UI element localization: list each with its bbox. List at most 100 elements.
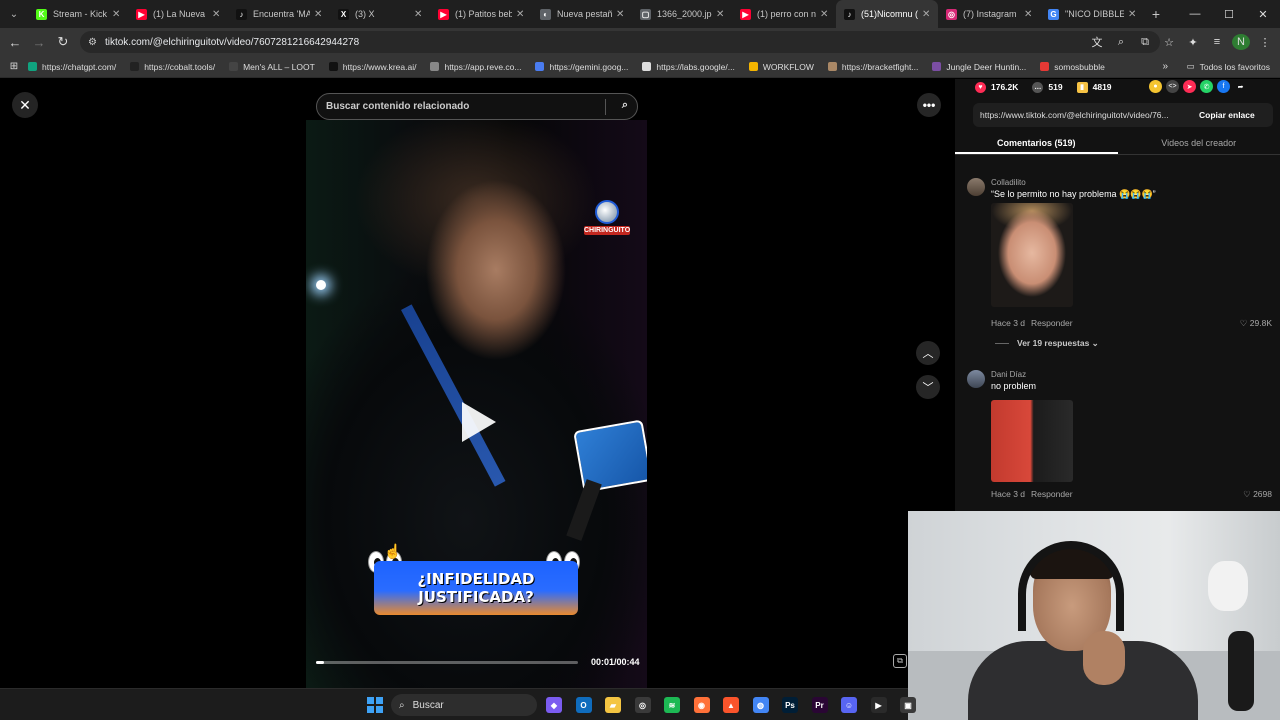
- tab-creator-videos[interactable]: Videos del creador: [1118, 131, 1280, 154]
- minimize-icon[interactable]: —: [1178, 0, 1212, 28]
- picture-in-picture-icon[interactable]: ⧉: [893, 654, 907, 668]
- facebook-icon[interactable]: f: [1217, 80, 1230, 93]
- taskbar-spotify-icon[interactable]: ≋: [664, 697, 680, 713]
- taskbar-pr-icon[interactable]: Pr: [811, 697, 828, 713]
- view-replies-button[interactable]: Ver 19 respuestas ⌄: [995, 338, 1099, 349]
- tab-comments[interactable]: Comentarios (519): [955, 131, 1118, 154]
- close-tab-icon[interactable]: ✕: [1024, 9, 1034, 20]
- reply-button[interactable]: Responder: [1031, 489, 1073, 499]
- comment-likes[interactable]: ♡ 29.8K: [1240, 318, 1272, 329]
- taskbar-folder-icon[interactable]: ▰: [605, 697, 621, 713]
- share-arrow-icon[interactable]: ➦: [1234, 80, 1247, 93]
- like-stat[interactable]: ♥ 176.2K: [975, 81, 1018, 93]
- bookmark-item[interactable]: https://cobalt.tools/: [130, 62, 215, 72]
- windows-start-icon[interactable]: [367, 697, 383, 713]
- bookmark-item[interactable]: https://bracketfight...: [827, 62, 918, 72]
- all-bookmarks-folder[interactable]: ▭ Todos los favoritos: [1187, 61, 1270, 72]
- bookmark-star-icon[interactable]: ☆: [1160, 36, 1178, 49]
- browser-tab[interactable]: ◐ Nueva pestaña ✕: [532, 0, 632, 28]
- maximize-icon[interactable]: ☐: [1212, 0, 1246, 28]
- zoom-icon[interactable]: ⌕: [1112, 36, 1130, 49]
- send-icon[interactable]: ➤: [1183, 80, 1196, 93]
- close-tab-icon[interactable]: ✕: [516, 9, 526, 20]
- browser-tab[interactable]: ◎ (7) Instagram ✕: [938, 0, 1040, 28]
- taskbar-chrome-icon[interactable]: ◍: [752, 697, 769, 713]
- copy-link-button[interactable]: Copiar enlace: [1185, 110, 1255, 120]
- comment-username[interactable]: Colladilito: [991, 178, 1026, 187]
- play-icon[interactable]: [462, 402, 496, 442]
- whatsapp-icon[interactable]: ✆: [1200, 80, 1213, 93]
- avatar[interactable]: [967, 370, 985, 388]
- more-bookmarks-icon[interactable]: »: [1162, 61, 1168, 72]
- taskbar-discord-icon[interactable]: ☺: [841, 697, 857, 713]
- close-window-icon[interactable]: ✕: [1246, 0, 1280, 28]
- taskbar-play-icon[interactable]: ▶: [870, 697, 887, 713]
- taskbar-app-icon[interactable]: ▣: [900, 697, 916, 713]
- taskbar-outlook-icon[interactable]: O: [575, 697, 592, 713]
- share-link-url[interactable]: https://www.tiktok.com/@elchiringuitotv/…: [973, 110, 1185, 120]
- browser-tab[interactable]: ▶ (1) La Nueva E ✕: [128, 0, 228, 28]
- taskbar-ps-icon[interactable]: Ps: [782, 697, 798, 713]
- close-tab-icon[interactable]: ✕: [716, 9, 726, 20]
- close-tab-icon[interactable]: ✕: [314, 9, 324, 20]
- search-icon[interactable]: ⌕: [622, 99, 628, 112]
- bookmark-item[interactable]: https://app.reve.co...: [430, 62, 521, 72]
- translate-icon[interactable]: 文: [1088, 34, 1106, 50]
- close-tab-icon[interactable]: ✕: [922, 9, 932, 20]
- browser-tab[interactable]: ♪ (51)Nicomnu (✕: [836, 0, 938, 28]
- bookmark-item[interactable]: Jungle Deer Huntin...: [932, 62, 1026, 72]
- bookmark-item[interactable]: Men's ALL – LOOT: [229, 62, 315, 72]
- chrome-menu-icon[interactable]: ⋮: [1256, 36, 1274, 49]
- address-bar[interactable]: ⚙ tiktok.com/@elchiringuitotv/video/7607…: [80, 31, 1160, 53]
- taskbar-brave-icon[interactable]: ▲: [723, 697, 739, 713]
- taskbar-search[interactable]: ⌕ Buscar: [391, 694, 537, 716]
- close-tab-icon[interactable]: ✕: [1128, 9, 1138, 20]
- browser-tab[interactable]: G "NICO DIBBLE ✕: [1040, 0, 1144, 28]
- tab-search-menu-icon[interactable]: ⌄: [0, 0, 28, 28]
- close-tab-icon[interactable]: ✕: [820, 9, 830, 20]
- bookmark-item[interactable]: https://gemini.goog...: [535, 62, 628, 72]
- comment-image[interactable]: [991, 203, 1073, 307]
- taskbar-obs-icon[interactable]: ◎: [634, 697, 651, 713]
- taskbar-firefox-icon[interactable]: ◉: [693, 697, 710, 713]
- apps-grid-icon[interactable]: ⊞: [0, 61, 28, 72]
- cast-icon[interactable]: ⧉: [1136, 36, 1154, 49]
- bookmark-item[interactable]: https://www.krea.ai/: [328, 62, 416, 72]
- site-info-icon[interactable]: ⚙: [88, 37, 97, 48]
- close-tab-icon[interactable]: ✕: [112, 9, 122, 20]
- media-icon[interactable]: ≡: [1208, 36, 1226, 48]
- browser-tab[interactable]: ▶ (1) Patitos beb ✕: [430, 0, 532, 28]
- comment-username[interactable]: Dani Díaz: [991, 370, 1026, 379]
- comment-image[interactable]: [991, 400, 1073, 482]
- back-icon[interactable]: ←: [3, 35, 27, 50]
- bookmark-item[interactable]: https://chatgpt.com/: [28, 62, 116, 72]
- close-tab-icon[interactable]: ✕: [616, 9, 626, 20]
- taskbar-copilot-icon[interactable]: ◆: [546, 697, 562, 713]
- bookmark-item[interactable]: somosbubble: [1040, 62, 1105, 72]
- extensions-icon[interactable]: ✦: [1184, 36, 1202, 49]
- save-stat[interactable]: ▮ 4819: [1076, 81, 1112, 93]
- previous-video-button[interactable]: ︿: [916, 341, 940, 365]
- browser-tab[interactable]: X (3) X ✕: [330, 0, 430, 28]
- bookmark-item[interactable]: https://labs.google/...: [642, 62, 735, 72]
- comment-likes[interactable]: ♡ 2698: [1243, 489, 1272, 500]
- close-tab-icon[interactable]: ✕: [414, 9, 424, 20]
- video-progress-bar[interactable]: [316, 661, 578, 664]
- reload-icon[interactable]: ↻: [51, 34, 75, 50]
- comment-stat[interactable]: … 519: [1032, 81, 1063, 93]
- close-video-button[interactable]: ✕: [12, 92, 38, 118]
- reply-button[interactable]: Responder: [1031, 318, 1073, 328]
- video-player[interactable]: CHIRINGUITO ¿INFIDELIDAD JUSTIFICADA? 00…: [306, 120, 647, 688]
- profile-avatar[interactable]: N: [1232, 34, 1250, 50]
- coin-share-icon[interactable]: ●: [1149, 80, 1162, 93]
- related-search-input[interactable]: Buscar contenido relacionado ⌕: [316, 93, 638, 120]
- avatar[interactable]: [967, 178, 985, 196]
- browser-tab[interactable]: ▢ 1366_2000.jpe ✕: [632, 0, 732, 28]
- browser-tab[interactable]: ▶ (1) perro con n ✕: [732, 0, 836, 28]
- more-options-icon[interactable]: •••: [917, 93, 941, 117]
- forward-icon[interactable]: →: [27, 35, 51, 50]
- new-tab-button[interactable]: +: [1144, 6, 1168, 22]
- browser-tab[interactable]: K Stream - Kick D ✕: [28, 0, 128, 28]
- bookmark-item[interactable]: WORKFLOW: [748, 62, 814, 72]
- close-tab-icon[interactable]: ✕: [212, 9, 222, 20]
